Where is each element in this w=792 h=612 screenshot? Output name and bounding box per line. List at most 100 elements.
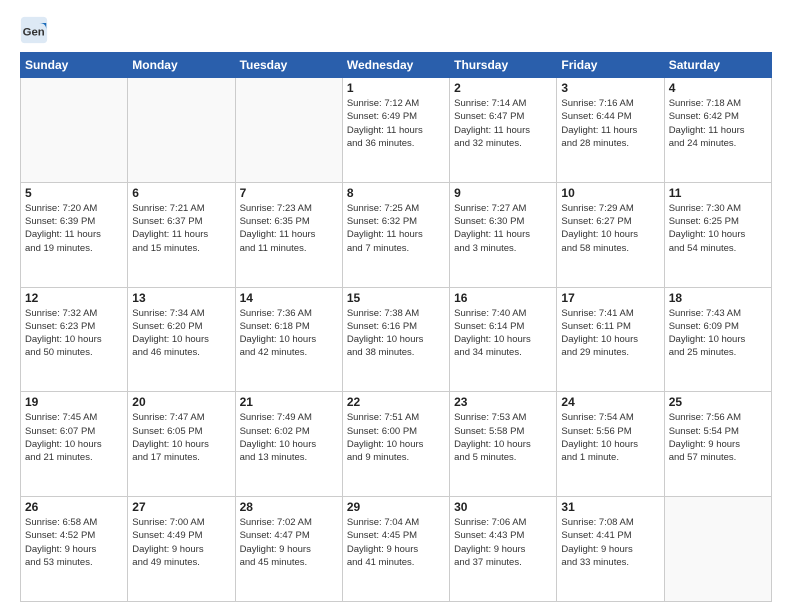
weekday-header-tuesday: Tuesday <box>235 53 342 78</box>
day-number: 22 <box>347 395 445 409</box>
calendar-day-27: 27 Sunrise: 7:00 AM Sunset: 4:49 PM Dayli… <box>128 497 235 602</box>
day-info: Sunrise: 7:51 AM Sunset: 6:00 PM Dayligh… <box>347 411 445 464</box>
day-number: 19 <box>25 395 123 409</box>
calendar-day-empty <box>128 78 235 183</box>
calendar-table: SundayMondayTuesdayWednesdayThursdayFrid… <box>20 52 772 602</box>
header: Gen <box>20 16 772 44</box>
day-number: 3 <box>561 81 659 95</box>
day-info: Sunrise: 7:45 AM Sunset: 6:07 PM Dayligh… <box>25 411 123 464</box>
calendar-day-empty <box>235 78 342 183</box>
calendar-day-19: 19 Sunrise: 7:45 AM Sunset: 6:07 PM Dayli… <box>21 392 128 497</box>
calendar-day-7: 7Sunrise: 7:23 AM Sunset: 6:35 PM Daylig… <box>235 182 342 287</box>
day-info: Sunrise: 7:08 AM Sunset: 4:41 PM Dayligh… <box>561 516 659 569</box>
calendar-day-11: 11 Sunrise: 7:30 AM Sunset: 6:25 PM Dayli… <box>664 182 771 287</box>
day-info: Sunrise: 7:47 AM Sunset: 6:05 PM Dayligh… <box>132 411 230 464</box>
day-info: Sunrise: 7:00 AM Sunset: 4:49 PM Dayligh… <box>132 516 230 569</box>
calendar-day-1: 1 Sunrise: 7:12 AM Sunset: 6:49 PM Daylig… <box>342 78 449 183</box>
calendar-day-3: 3Sunrise: 7:16 AM Sunset: 6:44 PM Daylig… <box>557 78 664 183</box>
calendar-day-6: 6 Sunrise: 7:21 AM Sunset: 6:37 PM Daylig… <box>128 182 235 287</box>
day-number: 5 <box>25 186 123 200</box>
day-number: 26 <box>25 500 123 514</box>
calendar-day-14: 14 Sunrise: 7:36 AM Sunset: 6:18 PM Dayli… <box>235 287 342 392</box>
day-number: 30 <box>454 500 552 514</box>
day-number: 27 <box>132 500 230 514</box>
day-info: Sunrise: 7:20 AM Sunset: 6:39 PM Dayligh… <box>25 202 123 255</box>
day-number: 23 <box>454 395 552 409</box>
day-info: Sunrise: 7:53 AM Sunset: 5:58 PM Dayligh… <box>454 411 552 464</box>
day-info: Sunrise: 7:18 AM Sunset: 6:42 PM Dayligh… <box>669 97 767 150</box>
calendar-day-25: 25Sunrise: 7:56 AM Sunset: 5:54 PM Dayli… <box>664 392 771 497</box>
weekday-header-friday: Friday <box>557 53 664 78</box>
calendar-week-row-0: 1 Sunrise: 7:12 AM Sunset: 6:49 PM Daylig… <box>21 78 772 183</box>
day-number: 12 <box>25 291 123 305</box>
day-info: Sunrise: 7:56 AM Sunset: 5:54 PM Dayligh… <box>669 411 767 464</box>
day-number: 6 <box>132 186 230 200</box>
day-info: Sunrise: 7:54 AM Sunset: 5:56 PM Dayligh… <box>561 411 659 464</box>
day-number: 21 <box>240 395 338 409</box>
calendar-day-13: 13Sunrise: 7:34 AM Sunset: 6:20 PM Dayli… <box>128 287 235 392</box>
day-info: Sunrise: 7:43 AM Sunset: 6:09 PM Dayligh… <box>669 307 767 360</box>
day-number: 11 <box>669 186 767 200</box>
calendar-day-26: 26 Sunrise: 6:58 AM Sunset: 4:52 PM Dayli… <box>21 497 128 602</box>
day-number: 28 <box>240 500 338 514</box>
weekday-header-saturday: Saturday <box>664 53 771 78</box>
calendar-day-empty <box>664 497 771 602</box>
day-info: Sunrise: 7:21 AM Sunset: 6:37 PM Dayligh… <box>132 202 230 255</box>
calendar-day-18: 18 Sunrise: 7:43 AM Sunset: 6:09 PM Dayli… <box>664 287 771 392</box>
day-number: 31 <box>561 500 659 514</box>
day-info: Sunrise: 7:30 AM Sunset: 6:25 PM Dayligh… <box>669 202 767 255</box>
day-number: 20 <box>132 395 230 409</box>
calendar-week-row-1: 5 Sunrise: 7:20 AM Sunset: 6:39 PM Daylig… <box>21 182 772 287</box>
day-info: Sunrise: 7:40 AM Sunset: 6:14 PM Dayligh… <box>454 307 552 360</box>
calendar-day-29: 29 Sunrise: 7:04 AM Sunset: 4:45 PM Dayli… <box>342 497 449 602</box>
calendar-day-2: 2Sunrise: 7:14 AM Sunset: 6:47 PM Daylig… <box>450 78 557 183</box>
calendar-day-23: 23 Sunrise: 7:53 AM Sunset: 5:58 PM Dayli… <box>450 392 557 497</box>
calendar-day-4: 4 Sunrise: 7:18 AM Sunset: 6:42 PM Daylig… <box>664 78 771 183</box>
calendar-week-row-2: 12 Sunrise: 7:32 AM Sunset: 6:23 PM Dayli… <box>21 287 772 392</box>
day-number: 17 <box>561 291 659 305</box>
day-info: Sunrise: 7:23 AM Sunset: 6:35 PM Dayligh… <box>240 202 338 255</box>
day-info: Sunrise: 7:49 AM Sunset: 6:02 PM Dayligh… <box>240 411 338 464</box>
calendar-day-16: 16 Sunrise: 7:40 AM Sunset: 6:14 PM Dayli… <box>450 287 557 392</box>
calendar-day-12: 12 Sunrise: 7:32 AM Sunset: 6:23 PM Dayli… <box>21 287 128 392</box>
day-number: 18 <box>669 291 767 305</box>
day-info: Sunrise: 7:02 AM Sunset: 4:47 PM Dayligh… <box>240 516 338 569</box>
calendar-day-22: 22 Sunrise: 7:51 AM Sunset: 6:00 PM Dayli… <box>342 392 449 497</box>
day-info: Sunrise: 6:58 AM Sunset: 4:52 PM Dayligh… <box>25 516 123 569</box>
day-number: 9 <box>454 186 552 200</box>
day-number: 4 <box>669 81 767 95</box>
day-info: Sunrise: 7:14 AM Sunset: 6:47 PM Dayligh… <box>454 97 552 150</box>
calendar-day-31: 31 Sunrise: 7:08 AM Sunset: 4:41 PM Dayli… <box>557 497 664 602</box>
calendar-day-21: 21 Sunrise: 7:49 AM Sunset: 6:02 PM Dayli… <box>235 392 342 497</box>
day-number: 29 <box>347 500 445 514</box>
weekday-header-sunday: Sunday <box>21 53 128 78</box>
calendar-week-row-3: 19 Sunrise: 7:45 AM Sunset: 6:07 PM Dayli… <box>21 392 772 497</box>
day-info: Sunrise: 7:34 AM Sunset: 6:20 PM Dayligh… <box>132 307 230 360</box>
day-number: 8 <box>347 186 445 200</box>
weekday-header-thursday: Thursday <box>450 53 557 78</box>
day-number: 15 <box>347 291 445 305</box>
day-number: 14 <box>240 291 338 305</box>
calendar-day-20: 20 Sunrise: 7:47 AM Sunset: 6:05 PM Dayli… <box>128 392 235 497</box>
calendar-day-5: 5 Sunrise: 7:20 AM Sunset: 6:39 PM Daylig… <box>21 182 128 287</box>
day-number: 10 <box>561 186 659 200</box>
logo: Gen <box>20 16 52 44</box>
day-number: 16 <box>454 291 552 305</box>
page: Gen SundayMondayTuesdayWednesdayThursday… <box>0 0 792 612</box>
day-info: Sunrise: 7:36 AM Sunset: 6:18 PM Dayligh… <box>240 307 338 360</box>
calendar-day-17: 17Sunrise: 7:41 AM Sunset: 6:11 PM Dayli… <box>557 287 664 392</box>
calendar-day-10: 10 Sunrise: 7:29 AM Sunset: 6:27 PM Dayli… <box>557 182 664 287</box>
calendar-day-empty <box>21 78 128 183</box>
day-info: Sunrise: 7:32 AM Sunset: 6:23 PM Dayligh… <box>25 307 123 360</box>
calendar-day-24: 24Sunrise: 7:54 AM Sunset: 5:56 PM Dayli… <box>557 392 664 497</box>
day-info: Sunrise: 7:29 AM Sunset: 6:27 PM Dayligh… <box>561 202 659 255</box>
calendar-day-15: 15 Sunrise: 7:38 AM Sunset: 6:16 PM Dayli… <box>342 287 449 392</box>
day-info: Sunrise: 7:38 AM Sunset: 6:16 PM Dayligh… <box>347 307 445 360</box>
weekday-header-row: SundayMondayTuesdayWednesdayThursdayFrid… <box>21 53 772 78</box>
day-info: Sunrise: 7:12 AM Sunset: 6:49 PM Dayligh… <box>347 97 445 150</box>
weekday-header-monday: Monday <box>128 53 235 78</box>
day-number: 1 <box>347 81 445 95</box>
logo-icon: Gen <box>20 16 48 44</box>
calendar-day-28: 28 Sunrise: 7:02 AM Sunset: 4:47 PM Dayli… <box>235 497 342 602</box>
day-info: Sunrise: 7:04 AM Sunset: 4:45 PM Dayligh… <box>347 516 445 569</box>
